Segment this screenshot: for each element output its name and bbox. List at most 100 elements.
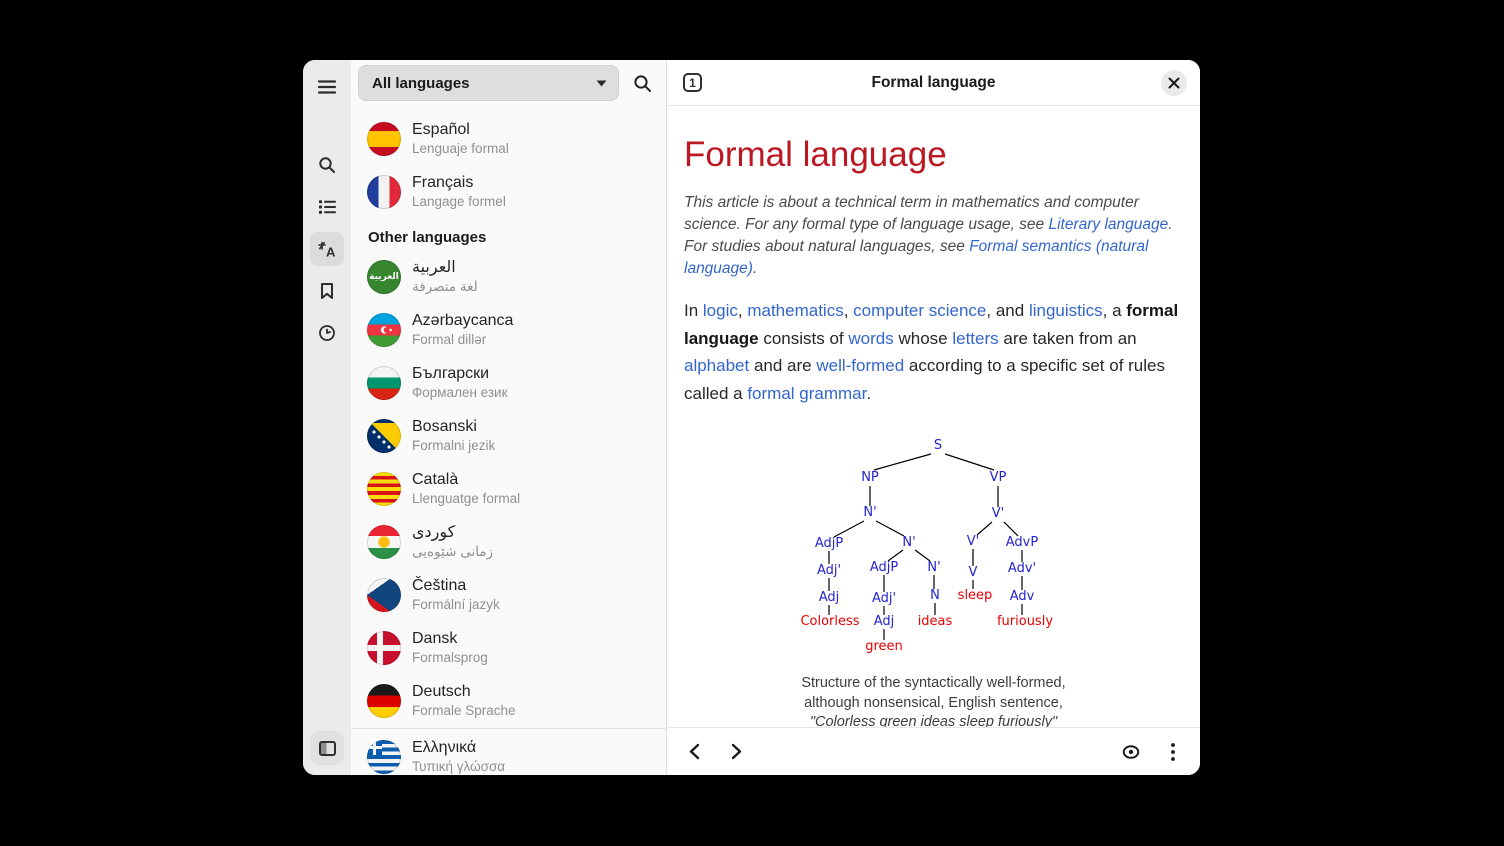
svg-text:Adv': Adv' xyxy=(1007,561,1035,576)
language-text: AzərbaycancaFormal dillər xyxy=(412,311,513,348)
close-icon xyxy=(1168,77,1180,89)
text-segment: consists of xyxy=(759,329,849,348)
inline-link[interactable]: letters xyxy=(952,329,998,348)
language-row[interactable]: FrançaisLangage formel xyxy=(351,165,666,218)
clock-icon xyxy=(318,324,336,342)
language-search-button[interactable] xyxy=(626,67,658,99)
language-text: DeutschFormale Sprache xyxy=(412,682,516,719)
language-text: CatalàLlenguatge formal xyxy=(412,470,520,507)
language-text: DanskFormalsprog xyxy=(412,629,488,666)
inline-link[interactable]: linguistics xyxy=(1029,301,1103,320)
language-row[interactable]: CatalàLlenguatge formal xyxy=(351,462,666,515)
rail-history-button[interactable] xyxy=(310,316,344,350)
text-segment: . xyxy=(866,384,871,403)
flag-label: العربية xyxy=(369,272,399,281)
kebab-menu-icon xyxy=(1170,742,1176,762)
language-name: Ελληνικά xyxy=(412,738,505,758)
hamburger-icon xyxy=(317,79,337,95)
language-article-title: Formalni jezik xyxy=(412,437,495,454)
svg-text:Adv: Adv xyxy=(1009,589,1034,604)
rail-search-button[interactable] xyxy=(310,148,344,182)
toggle-sidebar-button[interactable] xyxy=(310,731,344,765)
language-article-title: لغة متصرفة xyxy=(412,278,478,295)
language-row[interactable]: کوردیزمانی شێوەیی xyxy=(351,515,666,568)
back-button[interactable] xyxy=(678,736,710,768)
app-window: A All lang xyxy=(303,60,1200,775)
language-row[interactable]: ČeštinaFormální jazyk xyxy=(351,568,666,621)
svg-text:AdjP: AdjP xyxy=(814,536,843,551)
text-segment: , a xyxy=(1103,301,1127,320)
rail-bookmarks-button[interactable] xyxy=(310,274,344,308)
reader-view-button[interactable] xyxy=(1115,736,1147,768)
caption-line: although nonsensical, English sentence, xyxy=(779,694,1089,714)
svg-text:V': V' xyxy=(991,506,1003,521)
language-article-title: Formal dillər xyxy=(412,331,513,348)
inline-link[interactable]: words xyxy=(848,329,893,348)
svg-text:Adj': Adj' xyxy=(871,591,895,606)
language-name: العربية xyxy=(412,258,478,278)
inline-link[interactable]: alphabet xyxy=(684,356,749,375)
syntax-tree-diagram: SNPVPN'V'AdjPN'V'AdvPAdj'AdjPN'VAdv'AdjA… xyxy=(784,430,1084,660)
cz-flag-icon xyxy=(367,578,401,612)
svg-text:ideas: ideas xyxy=(917,614,952,629)
language-row[interactable]: БългарскиФормален език xyxy=(351,356,666,409)
forward-button[interactable] xyxy=(720,736,752,768)
svg-text:N': N' xyxy=(927,560,940,575)
language-row[interactable]: DeutschFormale Sprache xyxy=(351,674,666,727)
language-panel: All languages EspañolLenguaje formalFran… xyxy=(351,60,667,775)
main-menu-button[interactable] xyxy=(310,70,344,104)
language-text: BosanskiFormalni jezik xyxy=(412,417,495,454)
inline-link[interactable]: well-formed xyxy=(816,356,904,375)
language-name: Français xyxy=(412,173,506,193)
text-segment: In xyxy=(684,301,703,320)
language-name: Dansk xyxy=(412,629,488,649)
chevron-left-icon xyxy=(689,743,700,760)
caption-line: Structure of the syntactically well-form… xyxy=(779,674,1089,694)
svg-text:V: V xyxy=(968,565,977,580)
language-row[interactable]: العربيةالعربيةلغة متصرفة xyxy=(351,250,666,303)
article-panel: 1 Formal language Formal language This a… xyxy=(667,60,1200,775)
article-header-title: Formal language xyxy=(667,74,1200,92)
svg-text:A: A xyxy=(326,244,336,258)
language-panel-header: All languages xyxy=(351,60,666,106)
az-flag-icon xyxy=(367,313,401,347)
text-segment: , xyxy=(738,301,747,320)
sidebar-rail: A xyxy=(303,60,351,775)
inline-link[interactable]: Literary language xyxy=(1048,216,1168,233)
language-row[interactable]: DanskFormalsprog xyxy=(351,621,666,674)
figure-caption: Structure of the syntactically well-form… xyxy=(779,674,1089,727)
inline-link[interactable]: formal grammar xyxy=(747,384,866,403)
ba-flag-icon xyxy=(367,419,401,453)
rail-nav-group: A xyxy=(310,148,344,350)
language-article-title: Langage formel xyxy=(412,193,506,210)
close-article-button[interactable] xyxy=(1161,70,1187,96)
inline-link[interactable]: mathematics xyxy=(747,301,843,320)
svg-text:N': N' xyxy=(863,505,876,520)
language-name: کوردی xyxy=(412,523,493,543)
language-filter-dropdown[interactable]: All languages xyxy=(358,65,619,101)
language-row[interactable]: AzərbaycancaFormal dillər xyxy=(351,303,666,356)
rail-languages-button[interactable]: A xyxy=(310,232,344,266)
text-segment: "Colorless green ideas sleep furiously" xyxy=(810,714,1057,727)
language-article-title: Формален език xyxy=(412,384,508,401)
language-row[interactable]: BosanskiFormalni jezik xyxy=(351,409,666,462)
other-languages-header: Other languages xyxy=(351,218,666,250)
text-segment: Structure of the syntactically well-form… xyxy=(801,675,1065,691)
text-segment: whose xyxy=(894,329,953,348)
language-row[interactable]: ΕλληνικάΤυπική γλώσσα xyxy=(351,730,666,775)
svg-text:furiously: furiously xyxy=(996,614,1052,629)
tab-overview-button[interactable]: 1 xyxy=(683,73,702,92)
language-text: العربيةلغة متصرفة xyxy=(412,258,478,295)
language-row[interactable]: EspañolLenguaje formal xyxy=(351,112,666,165)
rail-article-list-button[interactable] xyxy=(310,190,344,224)
de-flag-icon xyxy=(367,684,401,718)
language-text: کوردیزمانی شێوەیی xyxy=(412,523,493,560)
language-name: Deutsch xyxy=(412,682,516,702)
language-article-title: زمانی شێوەیی xyxy=(412,543,493,560)
language-name: Български xyxy=(412,364,508,384)
svg-text:Adj: Adj xyxy=(873,614,894,629)
inline-link[interactable]: logic xyxy=(703,301,738,320)
hatnote: This article is about a technical term i… xyxy=(684,192,1183,280)
article-menu-button[interactable] xyxy=(1157,736,1189,768)
inline-link[interactable]: computer science xyxy=(853,301,986,320)
